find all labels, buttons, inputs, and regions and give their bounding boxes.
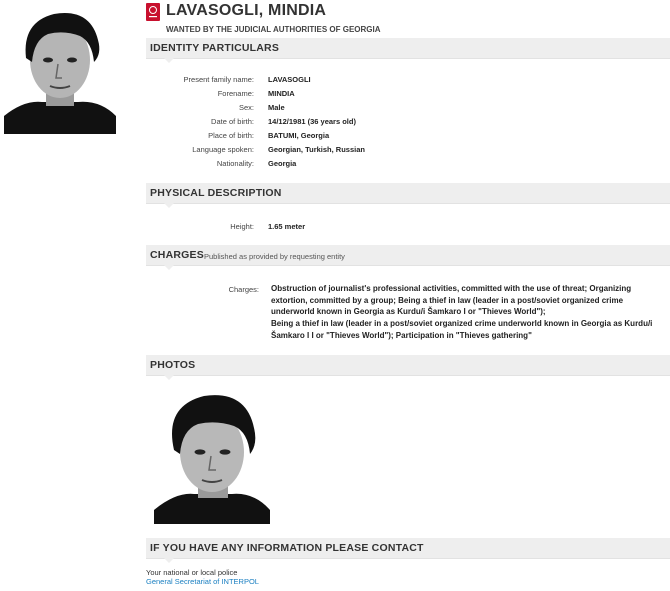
charges-paragraph: Obstruction of journalist's professional…	[271, 284, 632, 316]
page-title: LAVASOGLI, MINDIA	[166, 2, 327, 19]
field-label: Place of birth:	[208, 131, 254, 140]
field-value: BATUMI, Georgia	[268, 131, 330, 140]
portrait-photo	[4, 4, 116, 134]
section-photos-header: PHOTOS	[146, 355, 670, 380]
field-label: Date of birth:	[211, 117, 254, 126]
field-label: Nationality:	[216, 159, 254, 168]
field-label: Language spoken:	[192, 145, 254, 154]
interpol-contact-link[interactable]: General Secretariat of INTERPOL	[146, 577, 259, 586]
identity-row: Date of birth: 14/12/1981 (36 years old)	[146, 117, 666, 129]
field-value: 14/12/1981 (36 years old)	[268, 117, 356, 126]
identity-row: Nationality: Georgia	[146, 159, 666, 171]
section-title: PHOTOS	[150, 359, 196, 371]
field-value: Georgia	[268, 159, 297, 168]
field-label: Forename:	[217, 89, 254, 98]
identity-row: Language spoken: Georgian, Turkish, Russ…	[146, 145, 666, 157]
field-value: Male	[268, 103, 285, 112]
identity-row: Forename: MINDIA	[146, 89, 666, 101]
section-title: IDENTITY PARTICULARS	[150, 42, 280, 54]
charges-note: Published as provided by requesting enti…	[204, 252, 345, 261]
section-physical-header: PHYSICAL DESCRIPTION	[146, 183, 670, 208]
identity-row: Present family name: LAVASOGLI	[146, 75, 666, 87]
section-identity-header: IDENTITY PARTICULARS	[146, 38, 670, 63]
gallery-photo[interactable]	[150, 388, 274, 524]
red-notice-icon	[146, 3, 160, 21]
field-value: MINDIA	[268, 89, 295, 98]
section-title: PHYSICAL DESCRIPTION	[150, 187, 282, 199]
charges-paragraph: Being a thief in law (leader in a post/s…	[271, 319, 653, 340]
section-title: IF YOU HAVE ANY INFORMATION PLEASE CONTA…	[150, 542, 424, 554]
contact-text: Your national or local police	[146, 568, 238, 577]
field-value: 1.65 meter	[268, 222, 306, 231]
section-charges-header: CHARGES Published as provided by request…	[146, 245, 670, 270]
section-contact-header: IF YOU HAVE ANY INFORMATION PLEASE CONTA…	[146, 538, 670, 563]
section-title: CHARGES	[150, 249, 204, 261]
physical-row: Height: 1.65 meter	[146, 222, 666, 234]
wanted-by-text: WANTED BY THE JUDICIAL AUTHORITIES OF GE…	[166, 25, 381, 34]
field-label: Sex:	[238, 103, 254, 112]
field-value: Georgian, Turkish, Russian	[268, 145, 365, 154]
charges-label: Charges:	[228, 285, 259, 294]
field-value: LAVASOGLI	[268, 75, 311, 84]
field-label: Height:	[230, 222, 254, 231]
identity-row: Sex: Male	[146, 103, 666, 115]
identity-row: Place of birth: BATUMI, Georgia	[146, 131, 666, 143]
field-label: Present family name:	[183, 75, 254, 84]
